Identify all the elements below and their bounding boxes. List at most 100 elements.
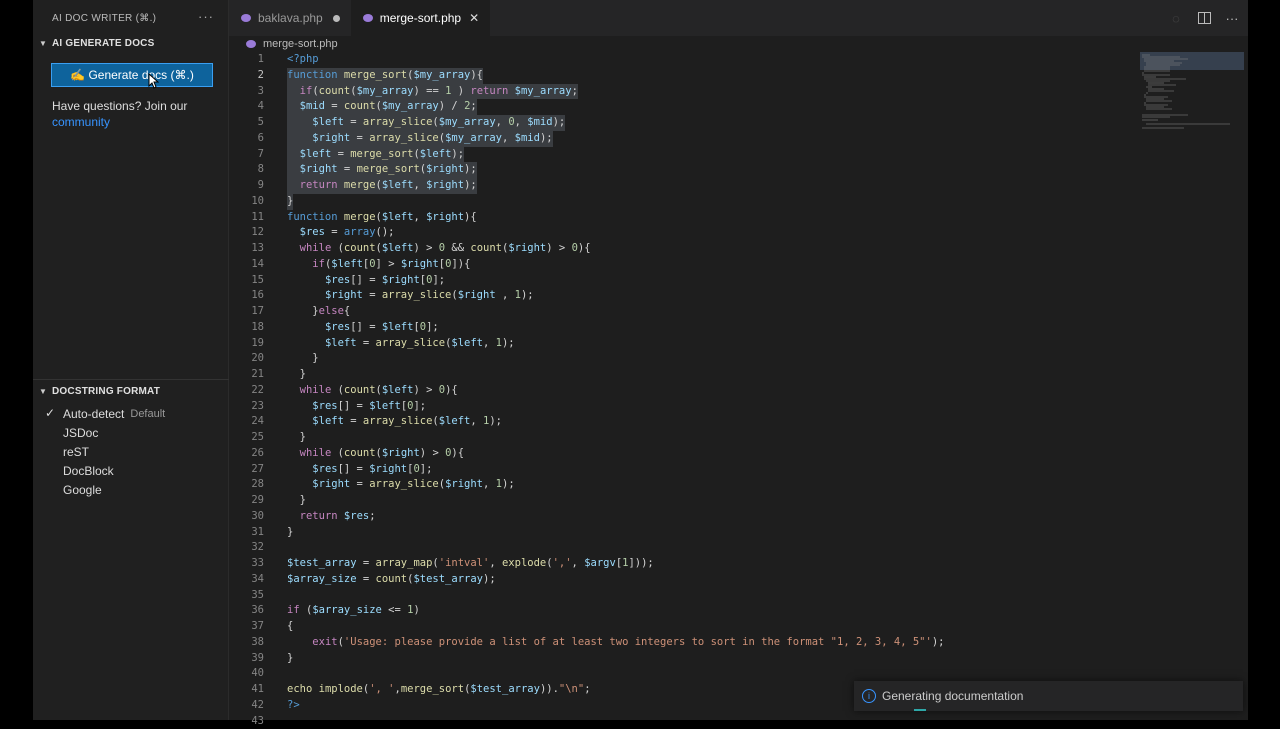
code-line[interactable]: 34$array_size = count($test_array); [229, 572, 1248, 588]
code-line[interactable]: 21 } [229, 367, 1248, 383]
line-number: 27 [229, 462, 264, 478]
tab-baklava[interactable]: baklava.php [229, 0, 351, 36]
code-line[interactable]: 19 $left = array_slice($left, 1); [229, 336, 1248, 352]
code-line[interactable]: 1<?php [229, 52, 1248, 68]
section-docstring-format[interactable]: ▼ DOCSTRING FORMAT [33, 384, 229, 398]
code-line[interactable]: 30 return $res; [229, 509, 1248, 525]
code-text: ?> [287, 698, 300, 714]
format-item-rest[interactable]: reST [33, 442, 229, 461]
code-line[interactable]: 23 $res[] = $left[0]; [229, 399, 1248, 415]
code-text: } [287, 351, 319, 367]
code-text: $left = merge_sort($left); [287, 147, 464, 163]
generate-docs-button[interactable]: ✍ Generate docs (⌘.) [51, 63, 213, 87]
code-line[interactable]: 43 [229, 714, 1248, 729]
code-line[interactable]: 6 $right = array_slice($my_array, $mid); [229, 131, 1248, 147]
code-line[interactable]: 13 while (count($left) > 0 && count($rig… [229, 241, 1248, 257]
line-number: 37 [229, 619, 264, 635]
line-number: 14 [229, 257, 264, 273]
code-line[interactable]: 22 while (count($left) > 0){ [229, 383, 1248, 399]
code-text: return $res; [287, 509, 376, 525]
code-line[interactable]: 36if ($array_size <= 1) [229, 603, 1248, 619]
window-margin-left [0, 0, 33, 720]
code-line[interactable]: 35 [229, 588, 1248, 604]
community-link[interactable]: community [52, 114, 187, 130]
line-number: 23 [229, 399, 264, 415]
line-number: 18 [229, 320, 264, 336]
code-line[interactable]: 3 if(count($my_array) == 1 ) return $my_… [229, 84, 1248, 100]
compare-icon[interactable]: ◌ [1168, 10, 1184, 26]
code-text: $res[] = $right[0]; [287, 273, 445, 289]
code-area[interactable]: 1<?php2function merge_sort($my_array){3 … [229, 52, 1248, 729]
code-line[interactable]: 37{ [229, 619, 1248, 635]
code-line[interactable]: 4 $mid = count($my_array) / 2; [229, 99, 1248, 115]
code-text: $res[] = $left[0]; [287, 320, 439, 336]
line-number: 29 [229, 493, 264, 509]
code-text: if($left[0] > $right[0]){ [287, 257, 470, 273]
code-line[interactable]: 32 [229, 540, 1248, 556]
line-number: 39 [229, 651, 264, 667]
docstring-format-section: ▼ DOCSTRING FORMAT ✓ Auto-detect Default… [33, 379, 229, 499]
line-number: 7 [229, 147, 264, 163]
format-label: reST [63, 445, 89, 459]
code-line[interactable]: 11function merge($left, $right){ [229, 210, 1248, 226]
format-label: Auto-detect [63, 407, 124, 421]
line-number: 5 [229, 115, 264, 131]
format-item-auto-detect[interactable]: ✓ Auto-detect Default [33, 404, 229, 423]
code-line[interactable]: 9 return merge($left, $right); [229, 178, 1248, 194]
format-item-jsdoc[interactable]: JSDoc [33, 423, 229, 442]
more-actions-icon[interactable]: ··· [198, 9, 214, 24]
code-line[interactable]: 8 $right = merge_sort($right); [229, 162, 1248, 178]
code-line[interactable]: 7 $left = merge_sort($left); [229, 147, 1248, 163]
code-text: <?php [287, 52, 319, 68]
line-number: 16 [229, 288, 264, 304]
code-line[interactable]: 28 $right = array_slice($right, 1); [229, 477, 1248, 493]
code-line[interactable]: 33$test_array = array_map('intval', expl… [229, 556, 1248, 572]
line-number: 41 [229, 682, 264, 698]
notification-toast: i Generating documentation [854, 681, 1243, 711]
code-line[interactable]: 16 $right = array_slice($right , 1); [229, 288, 1248, 304]
code-line[interactable]: 18 $res[] = $left[0]; [229, 320, 1248, 336]
line-number: 42 [229, 698, 264, 714]
code-text: function merge_sort($my_array){ [287, 68, 483, 84]
code-line[interactable]: 14 if($left[0] > $right[0]){ [229, 257, 1248, 273]
line-number: 11 [229, 210, 264, 226]
code-line[interactable]: 24 $left = array_slice($left, 1); [229, 414, 1248, 430]
unsaved-dot-icon [333, 15, 340, 22]
code-line[interactable]: 31} [229, 525, 1248, 541]
section-ai-generate-docs[interactable]: ▼ AI GENERATE DOCS [33, 36, 228, 50]
code-line[interactable]: 29 } [229, 493, 1248, 509]
code-line[interactable]: 40 [229, 666, 1248, 682]
code-line[interactable]: 26 while (count($right) > 0){ [229, 446, 1248, 462]
format-item-google[interactable]: Google [33, 480, 229, 499]
code-line[interactable]: 39} [229, 651, 1248, 667]
code-text: $res[] = $left[0]; [287, 399, 426, 415]
split-editor-icon[interactable] [1196, 10, 1212, 26]
mouse-cursor-icon [147, 73, 159, 89]
code-line[interactable]: 25 } [229, 430, 1248, 446]
code-line[interactable]: 2function merge_sort($my_array){ [229, 68, 1248, 84]
format-item-docblock[interactable]: DocBlock [33, 461, 229, 480]
code-line[interactable]: 17 }else{ [229, 304, 1248, 320]
code-line[interactable]: 5 $left = array_slice($my_array, 0, $mid… [229, 115, 1248, 131]
line-number: 32 [229, 540, 264, 556]
close-icon[interactable]: ✕ [469, 11, 479, 25]
more-actions-icon[interactable]: ··· [1224, 10, 1240, 26]
tab-label: baklava.php [258, 11, 323, 25]
line-number: 33 [229, 556, 264, 572]
code-text: } [287, 493, 306, 509]
code-line[interactable]: 38 exit('Usage: please provide a list of… [229, 635, 1248, 651]
code-line[interactable]: 12 $res = array(); [229, 225, 1248, 241]
sidebar-header: AI DOC WRITER (⌘.) ··· [33, 0, 228, 36]
code-line[interactable]: 27 $res[] = $right[0]; [229, 462, 1248, 478]
minimap[interactable] [1140, 52, 1244, 132]
section-title: DOCSTRING FORMAT [52, 386, 160, 397]
code-line[interactable]: 20 } [229, 351, 1248, 367]
code-line[interactable]: 15 $res[] = $right[0]; [229, 273, 1248, 289]
line-number: 30 [229, 509, 264, 525]
toast-message: Generating documentation [882, 689, 1023, 703]
line-number: 21 [229, 367, 264, 383]
code-line[interactable]: 10} [229, 194, 1248, 210]
breadcrumb[interactable]: merge-sort.php [229, 36, 1248, 51]
tab-merge-sort[interactable]: merge-sort.php ✕ [351, 0, 490, 36]
php-file-icon [363, 14, 373, 22]
